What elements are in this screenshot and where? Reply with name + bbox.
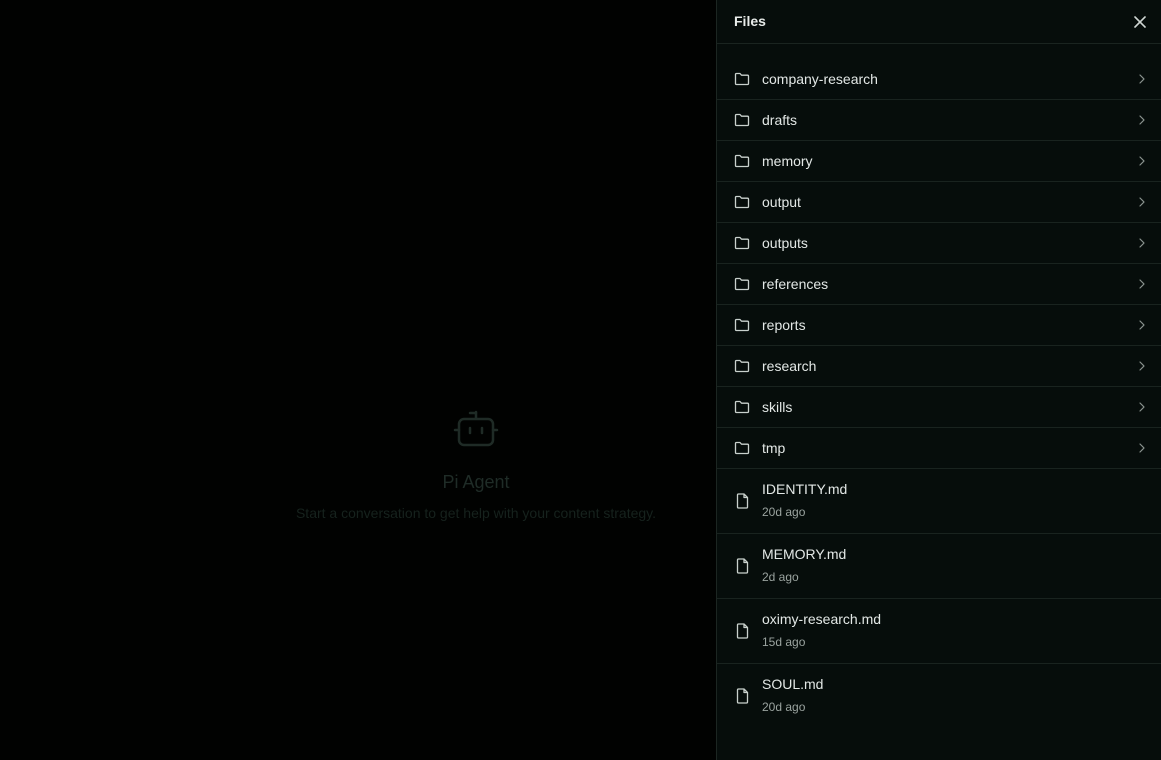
chevron-right-icon	[1139, 361, 1145, 371]
file-name: MEMORY.md	[762, 546, 847, 562]
folder-name: memory	[762, 153, 813, 169]
file-icon	[736, 493, 749, 509]
folder-item-outputs[interactable]: outputs	[717, 223, 1161, 264]
folder-icon	[734, 277, 750, 291]
file-list: company-research drafts memory output ou…	[717, 44, 1161, 729]
folder-item-research[interactable]: research	[717, 346, 1161, 387]
folder-icon	[734, 236, 750, 250]
chevron-right-icon	[1139, 197, 1145, 207]
file-name: SOUL.md	[762, 676, 824, 692]
files-panel-header: Files	[717, 0, 1161, 44]
file-modified: 20d ago	[762, 700, 806, 714]
folder-name: output	[762, 194, 801, 210]
chevron-right-icon	[1139, 156, 1145, 166]
close-icon[interactable]	[1133, 15, 1147, 29]
file-name: IDENTITY.md	[762, 481, 848, 497]
chevron-right-icon	[1139, 115, 1145, 125]
file-icon	[736, 688, 749, 704]
folder-icon	[734, 400, 750, 414]
folder-icon	[734, 154, 750, 168]
folder-icon	[734, 195, 750, 209]
file-name: oximy-research.md	[762, 611, 882, 627]
folder-item-output[interactable]: output	[717, 182, 1161, 223]
file-icon	[736, 623, 749, 639]
file-modified: 15d ago	[762, 635, 806, 649]
folder-name: tmp	[762, 440, 786, 456]
file-modified: 2d ago	[762, 570, 799, 584]
folder-icon	[734, 441, 750, 455]
chat-area: Pi Agent Start a conversation to get hel…	[0, 0, 716, 760]
chevron-right-icon	[1139, 74, 1145, 84]
folder-item-reports[interactable]: reports	[717, 305, 1161, 346]
files-panel: Files company-research drafts memory out…	[716, 0, 1161, 760]
chevron-right-icon	[1139, 320, 1145, 330]
chevron-right-icon	[1139, 402, 1145, 412]
folder-item-memory[interactable]: memory	[717, 141, 1161, 182]
chevron-right-icon	[1139, 238, 1145, 248]
file-icon	[736, 558, 749, 574]
robot-icon	[453, 410, 499, 447]
folder-name: outputs	[762, 235, 808, 251]
folder-icon	[734, 113, 750, 127]
folder-name: research	[762, 358, 817, 374]
folder-icon	[734, 318, 750, 332]
files-panel-title: Files	[734, 13, 766, 29]
file-modified: 20d ago	[762, 505, 806, 519]
folder-item-drafts[interactable]: drafts	[717, 100, 1161, 141]
folder-name: skills	[762, 399, 793, 415]
file-item-soul[interactable]: SOUL.md 20d ago	[717, 664, 1161, 729]
folder-icon	[734, 72, 750, 86]
chevron-right-icon	[1139, 279, 1145, 289]
folder-name: drafts	[762, 112, 798, 128]
file-item-oximy-research[interactable]: oximy-research.md 15d ago	[717, 599, 1161, 664]
file-item-memory[interactable]: MEMORY.md 2d ago	[717, 534, 1161, 599]
folder-item-skills[interactable]: skills	[717, 387, 1161, 428]
app-window: Pi Agent Start a conversation to get hel…	[0, 0, 1161, 760]
folder-name: references	[762, 276, 829, 292]
folder-item-company-research[interactable]: company-research	[717, 59, 1161, 100]
folder-item-references[interactable]: references	[717, 264, 1161, 305]
folder-icon	[734, 359, 750, 373]
file-item-identity[interactable]: IDENTITY.md 20d ago	[717, 469, 1161, 534]
chevron-right-icon	[1139, 443, 1145, 453]
folder-item-tmp[interactable]: tmp	[717, 428, 1161, 469]
folder-name: company-research	[762, 71, 878, 87]
folder-name: reports	[762, 317, 806, 333]
